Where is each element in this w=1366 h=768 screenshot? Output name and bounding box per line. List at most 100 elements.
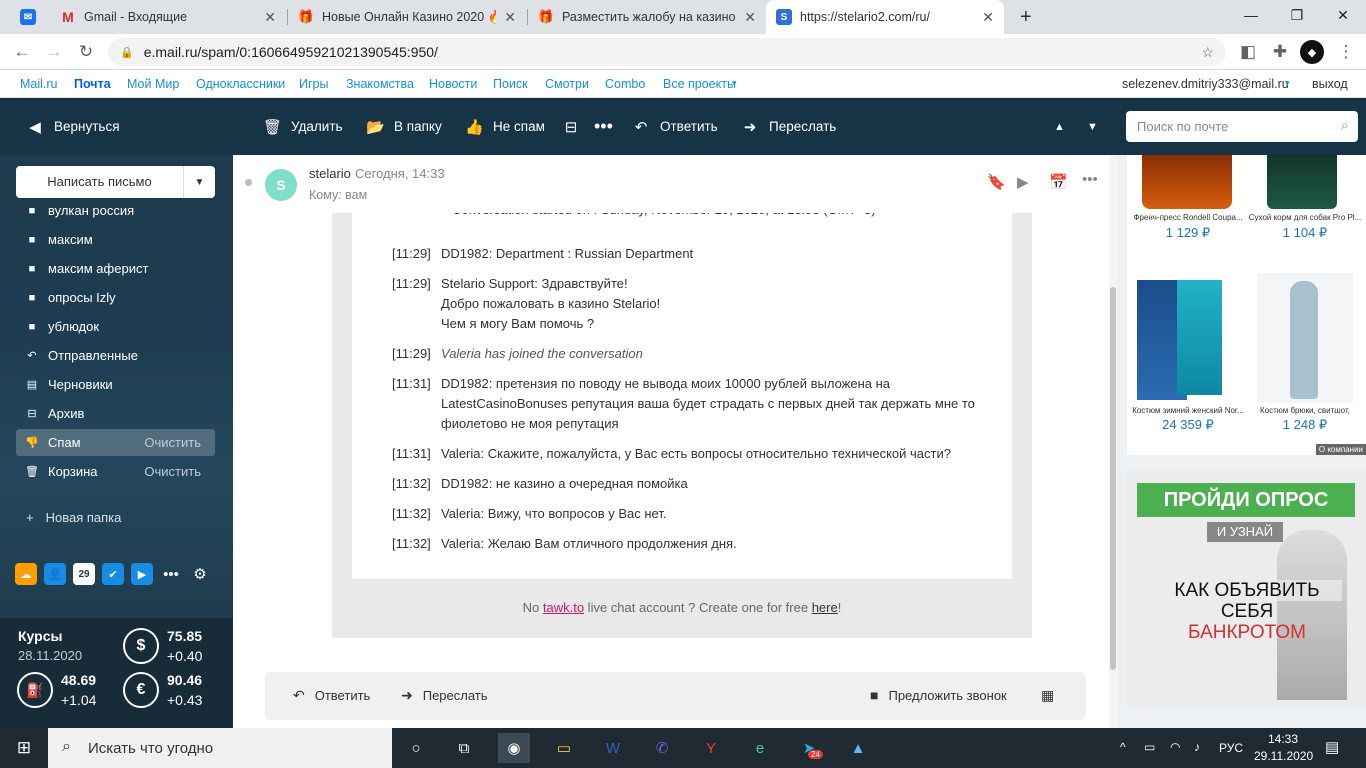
notification-icon[interactable]: ▤ [1325, 738, 1339, 756]
windows-start-icon[interactable]: ⊞ [8, 733, 40, 763]
unread-dot-icon[interactable] [245, 179, 252, 186]
more-dots-icon[interactable]: ••• [1082, 171, 1098, 188]
yandex-browser-icon[interactable]: Y [695, 733, 727, 763]
bookmark-star-icon[interactable]: ☆ [1201, 44, 1214, 61]
folder-spam[interactable]: 👎 Спам Очистить [16, 429, 215, 456]
tasks-app-icon[interactable]: ✔ [102, 563, 124, 585]
folder-drafts[interactable]: ▤ Черновики [16, 371, 215, 398]
folder-maksim[interactable]: ■ максим [16, 226, 215, 253]
folder-trash[interactable]: 🗑 Корзина Очистить [16, 458, 215, 485]
sender-name[interactable]: stelario [309, 166, 351, 181]
task-view-circle-icon[interactable]: ○ [400, 733, 432, 763]
tray-chevron-icon[interactable]: ^ [1120, 740, 1126, 754]
clock-time[interactable]: 14:33 [1268, 732, 1298, 746]
cloud-app-icon[interactable]: ☁ [15, 563, 37, 585]
delete-button[interactable]: 🗑 Удалить [263, 98, 343, 155]
bookmark-icon[interactable]: 🔖 [987, 173, 1006, 191]
more-actions-button[interactable]: ••• [594, 98, 613, 155]
folder-oprosy[interactable]: ■ опросы Izly [16, 284, 215, 311]
next-message-button[interactable]: ▼ [1087, 98, 1098, 155]
reload-icon[interactable]: ↻ [74, 40, 98, 64]
more-apps-icon[interactable]: ••• [160, 563, 182, 585]
ad-product-name[interactable]: Костюм зимний женский Nor... [1129, 406, 1247, 415]
file-explorer-icon[interactable]: ▭ [548, 733, 580, 763]
logout-link[interactable]: выход [1312, 77, 1348, 91]
extension-icon[interactable]: ◧ [1236, 40, 1260, 64]
survey-banner[interactable]: ПРОЙДИ ОПРОС И УЗНАЙ КАК ОБЪЯВИТЬ СЕБЯ Б… [1127, 470, 1366, 710]
ad-price[interactable]: 1 248 ₽ [1245, 417, 1365, 433]
avatar[interactable]: S [265, 169, 297, 201]
wifi-icon[interactable]: ◠ [1170, 740, 1180, 754]
here-link[interactable]: here [812, 600, 838, 615]
contacts-app-icon[interactable]: 👤 [44, 563, 66, 585]
edge-icon[interactable]: e [744, 733, 776, 763]
link-search[interactable]: Поиск [493, 77, 528, 91]
tab-stelario[interactable]: S https://stelario2.com/ru/ ✕ [766, 0, 1004, 34]
tab-casino[interactable]: 🎁 Новые Онлайн Казино 2020 🔥 ✕ [288, 0, 526, 34]
calendar-icon[interactable]: 📅 [1049, 173, 1068, 191]
close-window-icon[interactable]: ✕ [1320, 0, 1366, 30]
back-button[interactable]: ◀ Вернуться [26, 98, 119, 155]
link-watch[interactable]: Смотри [545, 77, 589, 91]
close-tab-icon[interactable]: ✕ [264, 9, 276, 26]
task-view-icon[interactable]: ⧉ [448, 733, 480, 763]
input-language[interactable]: РУС [1219, 741, 1243, 755]
ad-price[interactable]: 24 359 ₽ [1129, 417, 1247, 433]
reply-button[interactable]: ↶ Ответить [632, 98, 718, 155]
forward-arrow-icon[interactable]: → [42, 40, 66, 64]
word-icon[interactable]: W [597, 733, 629, 763]
ad-product-name[interactable]: Френч-пресс Rondell Coupa... [1129, 213, 1247, 222]
new-folder-button[interactable]: + Новая папка [26, 510, 121, 525]
tab-complaint[interactable]: 🎁 Разместить жалобу на казино ✕ [528, 0, 766, 34]
battery-icon[interactable]: ▭ [1144, 740, 1155, 754]
folder-vulkan[interactable]: ■ вулкан россия [16, 198, 215, 224]
move-to-folder-button[interactable]: 📂 В папку [366, 98, 442, 155]
video-call-icon[interactable]: ▶ [1017, 173, 1029, 191]
forward-button[interactable]: ➜ Переслать [741, 98, 837, 155]
video-app-icon[interactable]: ▶ [131, 563, 153, 585]
about-company-link[interactable]: О компании [1315, 444, 1366, 455]
chrome-icon[interactable]: ◉ [498, 733, 530, 763]
puzzle-icon[interactable]: ✚ [1268, 40, 1292, 64]
restore-icon[interactable]: ❐ [1274, 0, 1320, 30]
folder-sent[interactable]: ↶ Отправленные [16, 342, 215, 369]
link-dating[interactable]: Знакомства [346, 77, 414, 91]
taskbar-search[interactable]: ⌕ Искать что угодно [48, 728, 392, 768]
suit-image[interactable] [1257, 273, 1353, 403]
tawk-link[interactable]: tawk.to [543, 600, 584, 615]
link-combo[interactable]: Combo [605, 77, 645, 91]
search-icon[interactable]: ⌕ [1341, 117, 1349, 134]
viber-icon[interactable]: ✆ [646, 733, 678, 763]
not-spam-button[interactable]: 👍 Не спам [465, 98, 545, 155]
close-tab-icon[interactable]: ✕ [982, 9, 994, 26]
compose-button[interactable]: Написать письмо ▼ [16, 166, 215, 198]
back-arrow-icon[interactable]: ← [10, 40, 34, 64]
link-news[interactable]: Новости [429, 77, 477, 91]
url-field[interactable]: 🔒 e.mail.ru/spam/0:16066495921021390545:… [108, 38, 1226, 66]
archive-button[interactable]: ⊟ [562, 98, 590, 155]
calendar-app-icon[interactable]: 29 [73, 563, 95, 585]
photos-icon[interactable]: ▲ [842, 733, 874, 763]
clock-date[interactable]: 29.11.2020 [1254, 749, 1313, 763]
close-tab-icon[interactable]: ✕ [744, 9, 756, 26]
quick-reply-button[interactable]: ↶ Ответить [293, 687, 370, 704]
folder-maksim-aferist[interactable]: ■ максим аферист [16, 255, 215, 282]
suggest-call-button[interactable]: ■ Предложить звонок [870, 687, 1007, 703]
quick-forward-button[interactable]: ➜ Переслать [401, 687, 488, 704]
clear-spam-button[interactable]: Очистить [144, 435, 201, 450]
link-odnoklassniki[interactable]: Одноклассники [196, 77, 285, 91]
mail-tab-icon[interactable]: ✉ [10, 0, 50, 34]
calendar-event-button[interactable]: ▦ [1041, 687, 1064, 704]
close-tab-icon[interactable]: ✕ [504, 9, 516, 26]
ad-price[interactable]: 1 104 ₽ [1245, 225, 1365, 241]
folder-archive[interactable]: ⊟ Архив [16, 400, 215, 427]
dog-food-image[interactable] [1267, 155, 1337, 209]
profile-avatar[interactable]: ◆ [1300, 40, 1324, 64]
chevron-down-icon[interactable]: ▼ [184, 177, 215, 188]
link-games[interactable]: Игры [299, 77, 328, 91]
settings-gear-icon[interactable]: ⚙ [189, 563, 211, 585]
volume-icon[interactable]: ♪ [1194, 740, 1200, 754]
link-all-projects[interactable]: Все проекты [663, 77, 736, 91]
prev-message-button[interactable]: ▲ [1054, 98, 1065, 155]
ski-jacket-image[interactable] [1177, 280, 1222, 395]
